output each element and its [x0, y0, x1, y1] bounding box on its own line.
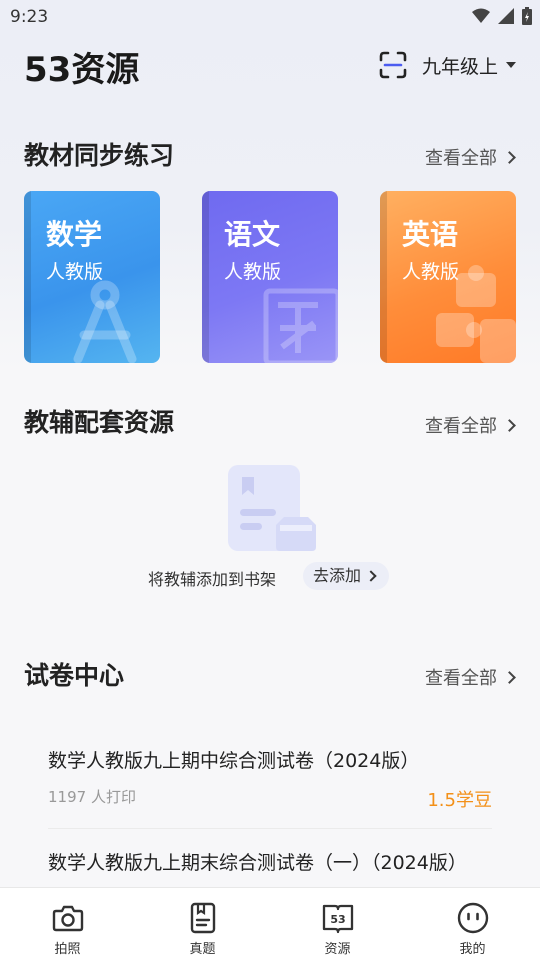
- status-time: 9:23: [10, 7, 49, 27]
- nav-label[interactable]: 拍照: [54, 938, 80, 957]
- book-subject: 数学: [46, 218, 103, 251]
- nav-label[interactable]: 我的: [459, 938, 485, 957]
- book-edition: 人教版: [224, 261, 282, 283]
- exam-view-all[interactable]: 查看全部: [425, 664, 516, 690]
- svg-text:53: 53: [330, 913, 345, 926]
- nav-item-exam[interactable]: 真题: [135, 888, 270, 960]
- status-bar: 9:23: [0, 0, 540, 36]
- paper-title[interactable]: 数学人教版九上期末综合测试卷（一）（2024版）: [48, 848, 492, 878]
- bottom-nav: 拍照 真题 53 资源 我的: [0, 887, 540, 960]
- book-spine: [380, 191, 387, 363]
- book-card-math[interactable]: 数学 人教版: [24, 191, 160, 363]
- book-subject: 英语: [402, 218, 459, 251]
- grade-label[interactable]: 九年级上: [422, 52, 498, 79]
- view-all-label[interactable]: 查看全部: [425, 664, 497, 690]
- paper-price: 1.5学豆: [427, 790, 492, 811]
- camera-icon: [52, 905, 83, 932]
- grade-selector[interactable]: 九年级上: [378, 50, 516, 80]
- empty-bookshelf-icon: [228, 465, 316, 551]
- signal-icon: [498, 8, 514, 24]
- supplementary-view-all[interactable]: 查看全部: [425, 412, 516, 438]
- app-title: 53资源: [24, 50, 140, 90]
- chevron-right-icon: [503, 150, 516, 164]
- supplementary-section-title: 教辅配套资源: [24, 408, 175, 437]
- view-all-label[interactable]: 查看全部: [425, 144, 497, 170]
- book-edition: 人教版: [46, 261, 104, 283]
- exam-section-title: 试卷中心: [24, 661, 125, 690]
- textbook-view-all[interactable]: 查看全部: [425, 144, 516, 170]
- book-53-icon: 53: [322, 904, 353, 934]
- paper-list-item[interactable]: 数学人教版九上期末综合测试卷（一）（2024版）: [48, 848, 492, 878]
- scan-icon[interactable]: [378, 50, 408, 80]
- caret-down-icon[interactable]: [506, 62, 516, 68]
- compass-icon: [73, 280, 137, 363]
- book-card-english[interactable]: 英语 人教版: [380, 191, 516, 363]
- nav-label[interactable]: 真题: [189, 938, 215, 957]
- book-spine: [202, 191, 209, 363]
- paper-print-count: 1197 人打印: [48, 788, 136, 806]
- nav-item-camera[interactable]: 拍照: [0, 888, 135, 960]
- add-button-label[interactable]: 去添加: [313, 566, 361, 585]
- battery-icon: [522, 7, 532, 25]
- status-icons: [472, 7, 532, 25]
- add-to-shelf-button[interactable]: 去添加: [303, 562, 390, 590]
- wifi-icon: [472, 8, 490, 23]
- document-icon: [190, 902, 215, 934]
- nav-item-profile[interactable]: 我的: [405, 888, 540, 960]
- paper-title[interactable]: 数学人教版九上期中综合测试卷（2024版）: [48, 746, 492, 776]
- chevron-right-icon: [503, 670, 516, 684]
- nav-item-resources[interactable]: 53 资源: [270, 888, 405, 960]
- calligraphy-icon: [263, 288, 338, 363]
- textbook-section-title: 教材同步练习: [24, 141, 175, 170]
- divider: [48, 828, 492, 829]
- empty-state-text: 将教辅添加到书架: [148, 570, 277, 589]
- face-icon: [457, 902, 488, 934]
- view-all-label[interactable]: 查看全部: [425, 412, 497, 438]
- chevron-right-icon: [503, 418, 516, 432]
- paper-meta: 1197 人打印 1.5学豆: [48, 786, 492, 812]
- book-subject: 语文: [224, 218, 281, 251]
- book-card-chinese[interactable]: 语文 人教版: [202, 191, 338, 363]
- chevron-right-icon: [365, 570, 377, 582]
- nav-label[interactable]: 资源: [324, 938, 350, 957]
- book-edition: 人教版: [402, 261, 460, 283]
- book-spine: [24, 191, 31, 363]
- paper-list-item[interactable]: 数学人教版九上期中综合测试卷（2024版） 1197 人打印 1.5学豆: [48, 746, 492, 812]
